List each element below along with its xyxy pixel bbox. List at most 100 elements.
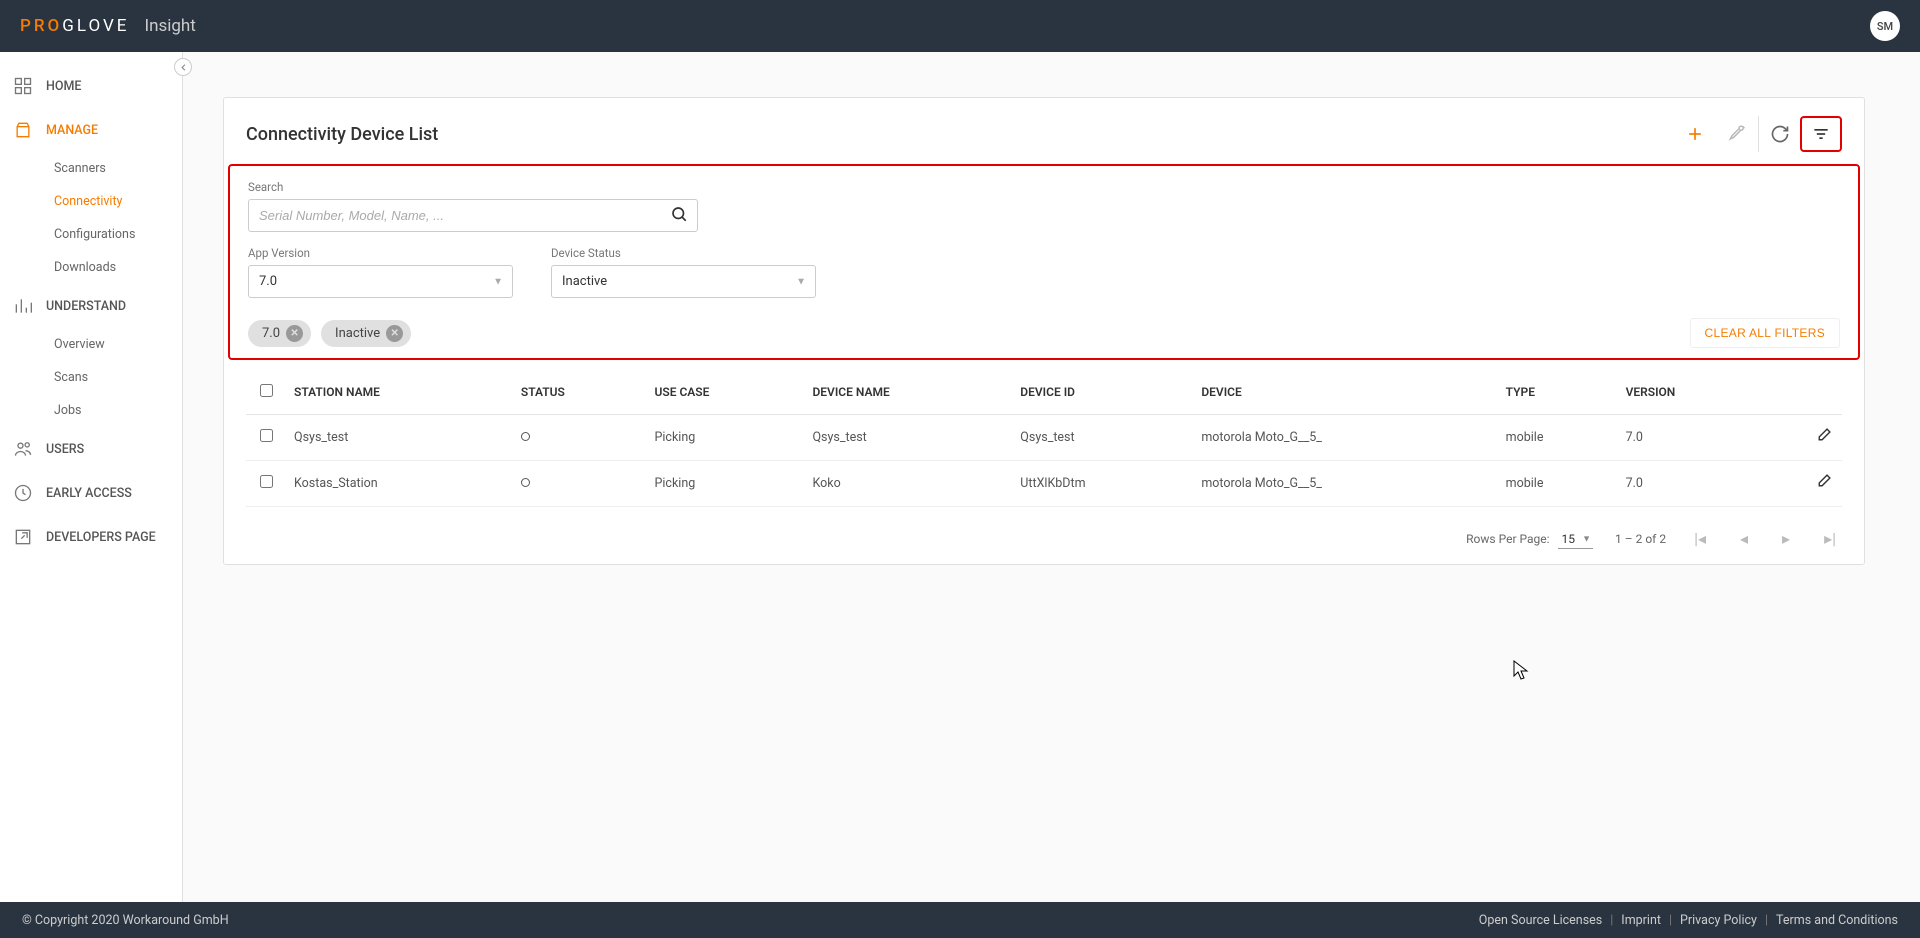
- filter-toggle-button[interactable]: [1800, 116, 1842, 152]
- row-checkbox[interactable]: [260, 429, 273, 442]
- filter-chip-device-status: Inactive ✕: [321, 320, 411, 347]
- clear-filters-button[interactable]: CLEAR ALL FILTERS: [1690, 318, 1840, 348]
- col-deviceid[interactable]: DEVICE ID: [1012, 370, 1193, 415]
- user-avatar[interactable]: SM: [1870, 11, 1900, 41]
- rows-per-page-label: Rows Per Page:: [1466, 532, 1549, 546]
- nav-developers-label: DEVELOPERS PAGE: [46, 530, 156, 545]
- nav-early-access-label: EARLY ACCESS: [46, 486, 132, 501]
- logo: PROGLOVE Insight: [20, 16, 196, 36]
- device-list-card: Connectivity Device List: [223, 97, 1865, 565]
- first-page-button[interactable]: |◂: [1688, 529, 1712, 548]
- cell-deviceid: Qsys_test: [1012, 415, 1193, 461]
- device-status-select[interactable]: Inactive: [551, 265, 816, 298]
- col-version[interactable]: VERSION: [1618, 370, 1764, 415]
- status-indicator: [521, 432, 530, 441]
- chip-label: 7.0: [262, 326, 280, 341]
- col-devicename[interactable]: DEVICE NAME: [804, 370, 1012, 415]
- col-device[interactable]: DEVICE: [1193, 370, 1497, 415]
- device-status-label: Device Status: [551, 246, 816, 260]
- cell-version: 7.0: [1618, 461, 1764, 507]
- col-usecase[interactable]: USE CASE: [647, 370, 805, 415]
- cell-station: Qsys_test: [286, 415, 513, 461]
- footer-link-opensource[interactable]: Open Source Licenses: [1479, 913, 1602, 928]
- refresh-button[interactable]: [1758, 116, 1800, 152]
- col-type[interactable]: TYPE: [1498, 370, 1618, 415]
- understand-icon: [12, 295, 34, 317]
- nav-manage[interactable]: MANAGE: [0, 108, 182, 152]
- app-version-label: App Version: [248, 246, 513, 260]
- footer-link-terms[interactable]: Terms and Conditions: [1776, 913, 1898, 928]
- cell-device: motorola Moto_G__5_: [1193, 461, 1497, 507]
- edit-button[interactable]: [1815, 433, 1832, 448]
- device-table: STATION NAME STATUS USE CASE DEVICE NAME…: [246, 370, 1842, 507]
- cell-type: mobile: [1498, 415, 1618, 461]
- nav-understand[interactable]: UNDERSTAND: [0, 284, 182, 328]
- main-content: Connectivity Device List: [183, 52, 1920, 902]
- nav-understand-label: UNDERSTAND: [46, 299, 126, 314]
- edit-button[interactable]: [1815, 479, 1832, 494]
- col-station[interactable]: STATION NAME: [286, 370, 513, 415]
- prev-page-button[interactable]: ◂: [1734, 529, 1754, 548]
- nav-home-label: HOME: [46, 79, 81, 94]
- cell-version: 7.0: [1618, 415, 1764, 461]
- cell-deviceid: UttXlKbDtm: [1012, 461, 1193, 507]
- nav-home[interactable]: HOME: [0, 64, 182, 108]
- select-all-checkbox[interactable]: [260, 384, 273, 397]
- footer-link-privacy[interactable]: Privacy Policy: [1680, 913, 1757, 928]
- pagination: Rows Per Page: 15 ▼ 1 – 2 of 2 |◂ ◂ ▸ ▸|: [224, 517, 1864, 564]
- cell-station: Kostas_Station: [286, 461, 513, 507]
- table-row[interactable]: Kostas_Station Picking Koko UttXlKbDtm m…: [246, 461, 1842, 507]
- home-icon: [12, 75, 34, 97]
- filter-chip-app-version: 7.0 ✕: [248, 320, 311, 347]
- nav-scans[interactable]: Scans: [0, 361, 182, 394]
- nav-configurations[interactable]: Configurations: [0, 218, 182, 251]
- search-icon[interactable]: [670, 205, 688, 227]
- manage-icon: [12, 119, 34, 141]
- copyright: © Copyright 2020 Workaround GmbH: [22, 913, 229, 928]
- logo-pro: PRO: [20, 16, 62, 36]
- nav-users[interactable]: USERS: [0, 427, 182, 471]
- next-page-button[interactable]: ▸: [1776, 529, 1796, 548]
- sidebar-collapse-toggle[interactable]: [174, 58, 192, 76]
- pagination-range: 1 – 2 of 2: [1615, 532, 1666, 546]
- chip-remove-button[interactable]: ✕: [386, 325, 403, 342]
- cell-device: motorola Moto_G__5_: [1193, 415, 1497, 461]
- chip-label: Inactive: [335, 326, 380, 341]
- nav-manage-label: MANAGE: [46, 123, 98, 138]
- rows-per-page-select[interactable]: 15: [1558, 530, 1594, 549]
- users-icon: [12, 438, 34, 460]
- nav-users-label: USERS: [46, 442, 84, 457]
- nav-connectivity[interactable]: Connectivity: [0, 185, 182, 218]
- cell-usecase: Picking: [647, 415, 805, 461]
- nav-scanners[interactable]: Scanners: [0, 152, 182, 185]
- add-button[interactable]: [1674, 116, 1716, 152]
- last-page-button[interactable]: ▸|: [1818, 529, 1842, 548]
- tools-button[interactable]: [1716, 116, 1758, 152]
- chip-remove-button[interactable]: ✕: [286, 325, 303, 342]
- early-access-icon: [12, 482, 34, 504]
- cell-devicename: Qsys_test: [804, 415, 1012, 461]
- footer: © Copyright 2020 Workaround GmbH Open So…: [0, 902, 1920, 938]
- nav-early-access[interactable]: EARLY ACCESS: [0, 471, 182, 515]
- cell-usecase: Picking: [647, 461, 805, 507]
- nav-developers[interactable]: DEVELOPERS PAGE: [0, 515, 182, 559]
- row-checkbox[interactable]: [260, 475, 273, 488]
- nav-overview[interactable]: Overview: [0, 328, 182, 361]
- developers-icon: [12, 526, 34, 548]
- search-label: Search: [248, 180, 698, 194]
- sidebar: HOME MANAGE Scanners Connectivity Config…: [0, 52, 183, 902]
- app-header: PROGLOVE Insight SM: [0, 0, 1920, 52]
- status-indicator: [521, 478, 530, 487]
- cell-type: mobile: [1498, 461, 1618, 507]
- cell-devicename: Koko: [804, 461, 1012, 507]
- nav-jobs[interactable]: Jobs: [0, 394, 182, 427]
- search-input[interactable]: [248, 199, 698, 232]
- app-version-select[interactable]: 7.0: [248, 265, 513, 298]
- product-name: Insight: [144, 16, 195, 36]
- page-title: Connectivity Device List: [246, 124, 438, 145]
- col-status[interactable]: STATUS: [513, 370, 647, 415]
- footer-link-imprint[interactable]: Imprint: [1621, 913, 1661, 928]
- filter-panel: Search App Version 7.0: [228, 164, 1860, 360]
- table-row[interactable]: Qsys_test Picking Qsys_test Qsys_test mo…: [246, 415, 1842, 461]
- nav-downloads[interactable]: Downloads: [0, 251, 182, 284]
